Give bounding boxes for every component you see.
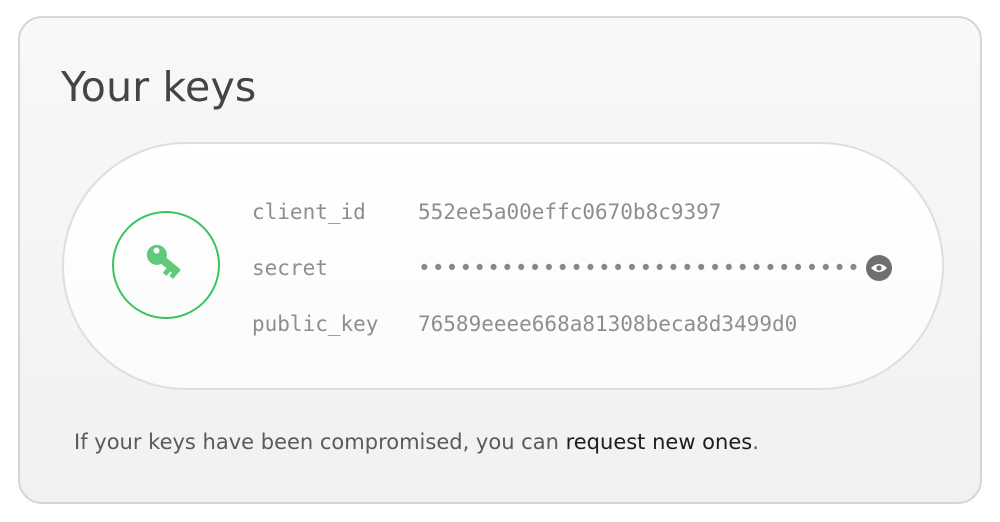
footer-suffix: . — [752, 430, 759, 454]
secret-label: secret — [252, 256, 328, 280]
page-title: Your keys — [61, 63, 257, 111]
key-icon — [146, 244, 181, 279]
key-badge — [112, 211, 220, 319]
client-id-label: client_id — [252, 200, 366, 224]
public-key-value[interactable]: 76589eeee668a81308beca8d3499d0 — [418, 310, 797, 338]
secret-value-masked: •••••••••••••••••••••••••••••••• — [418, 256, 861, 280]
eye-icon — [871, 264, 887, 272]
reveal-secret-button[interactable] — [866, 255, 892, 281]
keys-card: Your keys client_id 552ee5a00effc0670b8c… — [18, 16, 982, 504]
footer-text: If your keys have been compromised, you … — [74, 430, 566, 454]
public-key-label: public_key — [252, 312, 379, 336]
keys-panel: client_id 552ee5a00effc0670b8c9397 secre… — [62, 142, 944, 390]
compromised-keys-note: If your keys have been compromised, you … — [74, 428, 759, 456]
client-id-value[interactable]: 552ee5a00effc0670b8c9397 — [418, 198, 721, 226]
request-new-keys-link[interactable]: request new ones — [566, 430, 753, 454]
